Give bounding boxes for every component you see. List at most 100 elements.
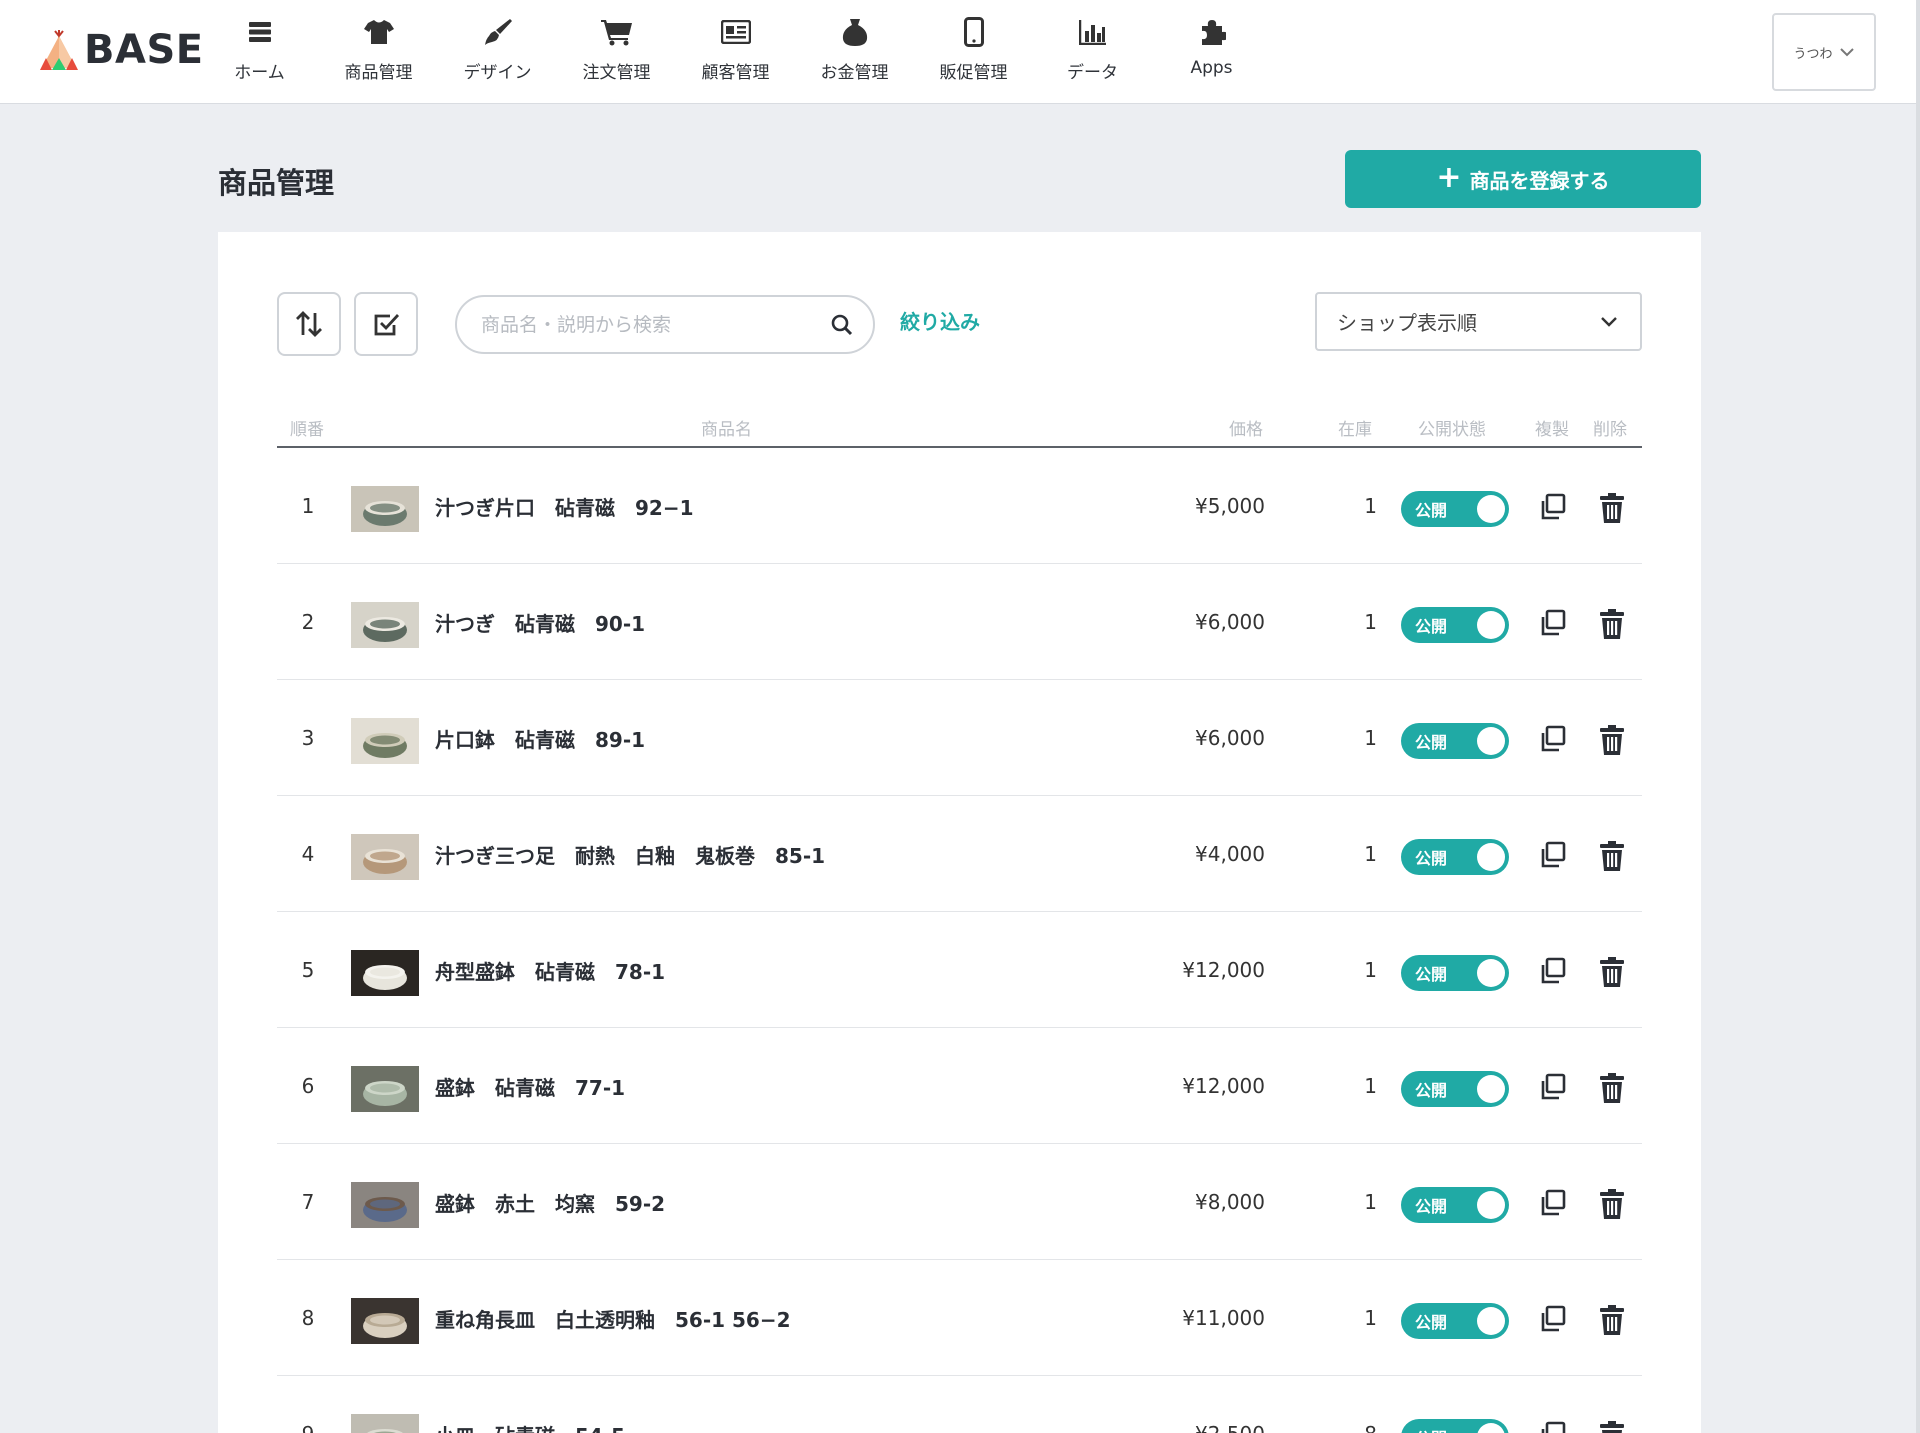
duplicate-button[interactable] <box>1538 1188 1568 1218</box>
nav-item-customers[interactable]: 顧客管理 <box>676 14 795 90</box>
product-name[interactable]: 盛鉢 赤土 均窯 59-2 <box>435 1144 665 1260</box>
filter-link[interactable]: 絞り込み <box>900 306 980 335</box>
duplicate-button[interactable] <box>1538 1420 1568 1433</box>
tshirt-icon <box>363 14 394 50</box>
search-icon[interactable] <box>831 314 853 336</box>
product-thumbnail[interactable] <box>351 1182 419 1228</box>
home-list-icon <box>248 14 272 50</box>
search-input[interactable] <box>481 313 831 336</box>
display-order-value: ショップ表示順 <box>1337 311 1477 335</box>
duplicate-button[interactable] <box>1538 956 1568 986</box>
window-edge <box>1916 0 1920 1433</box>
shop-switcher[interactable]: うつわ <box>1772 13 1876 91</box>
product-stock: 1 <box>1364 958 1377 982</box>
product-name[interactable]: 汁つぎ 砧青磁 90-1 <box>435 564 645 680</box>
nav-item-apps[interactable]: Apps <box>1152 14 1271 90</box>
product-thumbnail[interactable] <box>351 1298 419 1344</box>
delete-button[interactable] <box>1597 1420 1627 1433</box>
product-price: ¥4,000 <box>1195 842 1265 866</box>
product-price: ¥12,000 <box>1182 1074 1265 1098</box>
base-logo[interactable]: BASE <box>38 26 204 74</box>
publish-toggle[interactable]: 公開 <box>1401 723 1509 759</box>
publish-toggle[interactable]: 公開 <box>1401 491 1509 527</box>
nav-item-design[interactable]: デザイン <box>438 14 557 90</box>
nav-label: デザイン <box>463 63 532 83</box>
table-row[interactable]: 4 汁つぎ三つ足 耐熱 白釉 鬼板巻 85-1 ¥4,000 1 公開 <box>277 796 1642 912</box>
trash-icon <box>1600 725 1624 755</box>
nav-item-products[interactable]: 商品管理 <box>319 14 438 90</box>
publish-status-label: 公開 <box>1415 617 1448 636</box>
delete-button[interactable] <box>1597 1188 1627 1220</box>
publish-toggle[interactable]: 公開 <box>1401 1187 1509 1223</box>
delete-button[interactable] <box>1597 840 1627 872</box>
duplicate-button[interactable] <box>1538 840 1568 870</box>
register-product-button[interactable]: + 商品を登録する <box>1345 150 1701 208</box>
product-thumbnail[interactable] <box>351 1066 419 1112</box>
money-bag-icon <box>841 14 869 50</box>
publish-toggle[interactable]: 公開 <box>1401 1303 1509 1339</box>
nav-item-promotion[interactable]: 販促管理 <box>914 14 1033 90</box>
table-row[interactable]: 2 汁つぎ 砧青磁 90-1 ¥6,000 1 公開 <box>277 564 1642 680</box>
duplicate-button[interactable] <box>1538 608 1568 638</box>
nav-label: 注文管理 <box>582 63 651 83</box>
product-name[interactable]: 舟型盛鉢 砧青磁 78-1 <box>435 912 665 1028</box>
publish-status-label: 公開 <box>1415 501 1448 520</box>
product-name[interactable]: 小皿 砧青磁 54-5 <box>435 1376 625 1433</box>
table-row[interactable]: 6 盛鉢 砧青磁 77-1 ¥12,000 1 公開 <box>277 1028 1642 1144</box>
product-name[interactable]: 汁つぎ片口 砧青磁 92−1 <box>435 448 694 564</box>
delete-button[interactable] <box>1597 1072 1627 1104</box>
search-field[interactable] <box>455 295 875 354</box>
nav-item-home[interactable]: ホーム <box>200 14 319 90</box>
plus-icon: + <box>1436 159 1462 195</box>
product-thumbnail[interactable] <box>351 718 419 764</box>
bulk-select-button[interactable] <box>354 292 418 356</box>
duplicate-icon <box>1541 1189 1566 1216</box>
product-thumbnail[interactable] <box>351 950 419 996</box>
main-nav: ホーム 商品管理 デザイン 注文管理 顧客管理 お金管理 販促管理 データ Ap… <box>200 14 1271 90</box>
nav-label: データ <box>1067 63 1118 83</box>
product-thumbnail[interactable] <box>351 834 419 880</box>
duplicate-button[interactable] <box>1538 492 1568 522</box>
nav-item-orders[interactable]: 注文管理 <box>557 14 676 90</box>
duplicate-button[interactable] <box>1538 1304 1568 1334</box>
chevron-down-icon <box>1601 317 1617 327</box>
publish-toggle[interactable]: 公開 <box>1401 1419 1509 1433</box>
product-stock: 1 <box>1364 1074 1377 1098</box>
table-row[interactable]: 5 舟型盛鉢 砧青磁 78-1 ¥12,000 1 公開 <box>277 912 1642 1028</box>
publish-toggle[interactable]: 公開 <box>1401 1071 1509 1107</box>
nav-item-money[interactable]: お金管理 <box>795 14 914 90</box>
delete-button[interactable] <box>1597 492 1627 524</box>
duplicate-icon <box>1541 1305 1566 1332</box>
product-name[interactable]: 重ね角長皿 白土透明釉 56-1 56−2 <box>435 1260 791 1376</box>
sort-order-button[interactable] <box>277 292 341 356</box>
product-thumbnail[interactable] <box>351 486 419 532</box>
delete-button[interactable] <box>1597 956 1627 988</box>
delete-button[interactable] <box>1597 1304 1627 1336</box>
nav-item-data[interactable]: データ <box>1033 14 1152 90</box>
row-order-number: 4 <box>301 842 315 866</box>
duplicate-button[interactable] <box>1538 724 1568 754</box>
duplicate-button[interactable] <box>1538 1072 1568 1102</box>
delete-button[interactable] <box>1597 724 1627 756</box>
product-name[interactable]: 片口鉢 砧青磁 89-1 <box>435 680 645 796</box>
product-thumbnail[interactable] <box>351 602 419 648</box>
table-row[interactable]: 9 小皿 砧青磁 54-5 ¥2,500 8 公開 <box>277 1376 1642 1433</box>
publish-toggle[interactable]: 公開 <box>1401 839 1509 875</box>
publish-toggle[interactable]: 公開 <box>1401 607 1509 643</box>
publish-toggle[interactable]: 公開 <box>1401 955 1509 991</box>
table-row[interactable]: 7 盛鉢 赤土 均窯 59-2 ¥8,000 1 公開 <box>277 1144 1642 1260</box>
table-row[interactable]: 8 重ね角長皿 白土透明釉 56-1 56−2 ¥11,000 1 公開 <box>277 1260 1642 1376</box>
product-name[interactable]: 盛鉢 砧青磁 77-1 <box>435 1028 625 1144</box>
table-row[interactable]: 1 汁つぎ片口 砧青磁 92−1 ¥5,000 1 公開 <box>277 448 1642 564</box>
display-order-select[interactable]: ショップ表示順 <box>1315 292 1642 351</box>
publish-status-label: 公開 <box>1415 849 1448 868</box>
product-thumbnail[interactable] <box>351 1414 419 1433</box>
column-header-price: 価格 <box>1229 420 1263 440</box>
table-row[interactable]: 3 片口鉢 砧青磁 89-1 ¥6,000 1 公開 <box>277 680 1642 796</box>
duplicate-icon <box>1541 725 1566 752</box>
delete-button[interactable] <box>1597 608 1627 640</box>
row-order-number: 7 <box>301 1190 315 1214</box>
product-stock: 1 <box>1364 726 1377 750</box>
product-stock: 1 <box>1364 610 1377 634</box>
product-name[interactable]: 汁つぎ三つ足 耐熱 白釉 鬼板巻 85-1 <box>435 796 825 912</box>
